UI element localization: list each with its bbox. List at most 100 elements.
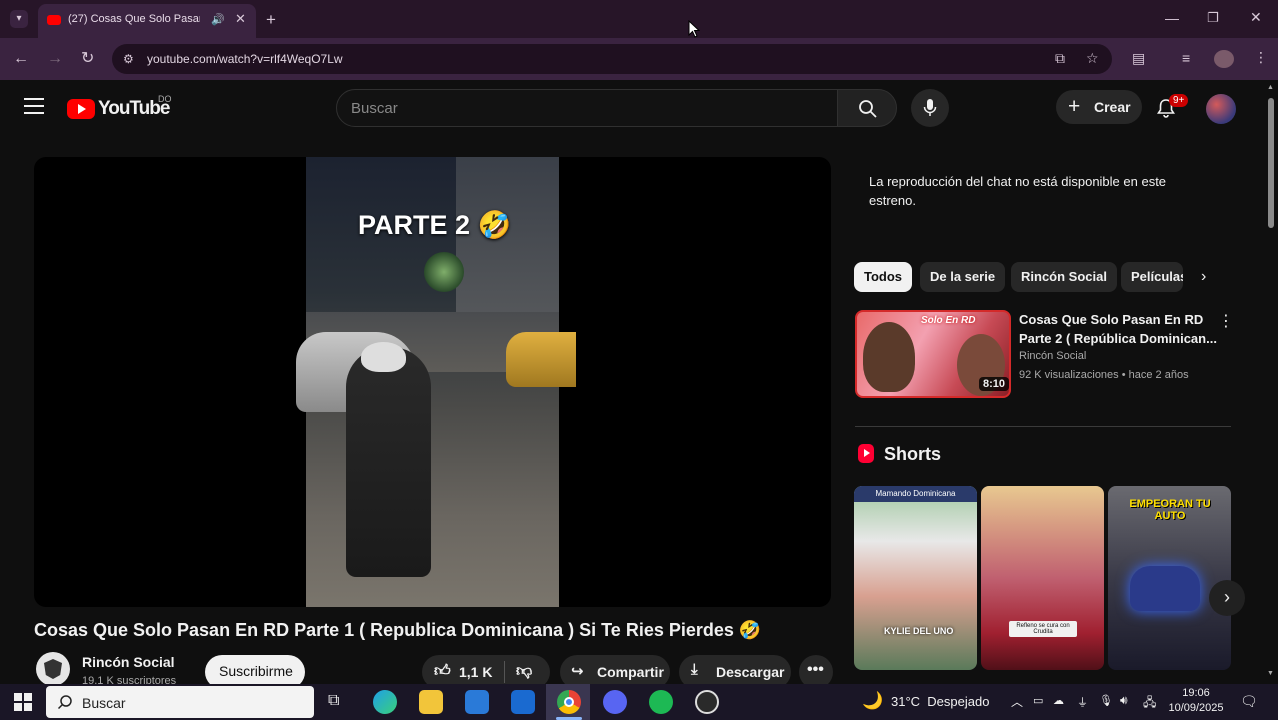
create-button[interactable]: + Crear (1056, 90, 1142, 124)
speaker-icon[interactable]: 🔊 (211, 13, 225, 26)
short-item[interactable]: Refleno se cura con Crudita (981, 486, 1104, 670)
short-top-text: Mamando Dominicana (854, 486, 977, 502)
chrome-icon[interactable] (557, 690, 581, 714)
shorts-next-button[interactable]: › (1209, 580, 1245, 616)
taskbar-search-input[interactable]: Buscar (46, 686, 314, 718)
edge-icon[interactable] (373, 690, 397, 714)
weather-text[interactable]: 31°C Despejado (891, 694, 989, 709)
search-button[interactable] (837, 89, 897, 127)
scroll-down-icon[interactable]: ▼ (1267, 670, 1274, 677)
create-label: Crear (1094, 99, 1131, 115)
country-code: DO (158, 94, 172, 104)
thumb-text: Solo En RD (921, 315, 976, 326)
notifications-badge: 9+ (1169, 94, 1189, 107)
bookmark-star-icon[interactable]: ☆ (1086, 51, 1099, 65)
thumb-face-left (863, 322, 915, 392)
video-frame: PARTE 2 🤣 (296, 157, 576, 607)
network-icon[interactable]: 🖧 (1143, 693, 1156, 714)
short-item[interactable]: Mamando Dominicana KYLIE DEL UNO (854, 486, 977, 670)
tray-chevron-icon[interactable]: ︿ (1011, 693, 1023, 710)
recommended-thumbnail[interactable]: Solo En RD 8:10 (855, 310, 1011, 398)
microphone-icon (923, 99, 937, 116)
reading-mode-icon[interactable]: ▤ (1132, 51, 1145, 65)
hamburger-menu-icon[interactable] (24, 98, 44, 114)
notification-center-icon[interactable]: 🗨︎ (1240, 693, 1258, 710)
voice-search-button[interactable] (911, 89, 949, 127)
user-avatar[interactable] (1206, 94, 1236, 124)
maximize-icon[interactable]: ❐ (1207, 11, 1219, 24)
tree-shape (424, 252, 464, 292)
search-icon (57, 695, 72, 710)
short-item[interactable]: EMPEORAN TU AUTO (1108, 486, 1231, 670)
forward-icon[interactable]: → (47, 51, 63, 67)
recommended-stats: 92 K visualizaciones • hace 2 años (1019, 369, 1189, 381)
youtube-favicon-icon (47, 15, 61, 25)
person-cap-shape (361, 342, 406, 372)
menu-dots-icon[interactable]: ⋮ (1254, 50, 1268, 64)
profile-avatar-icon[interactable] (1214, 50, 1234, 68)
kebab-menu-icon[interactable]: ⋮ (1218, 311, 1234, 331)
new-tab-icon[interactable]: + (266, 11, 276, 28)
tab-search-button[interactable]: ▾ (10, 10, 28, 28)
microphone-tray-icon[interactable]: 🎙︎ (1099, 694, 1113, 707)
scroll-up-icon[interactable]: ▲ (1267, 84, 1274, 91)
address-bar[interactable]: ⚙ youtube.com/watch?v=rlf4WeqO7Lw (112, 44, 1112, 74)
chip-rincon-social[interactable]: Rincón Social (1011, 262, 1117, 292)
chip-peliculas[interactable]: Películas (1121, 262, 1183, 292)
obs-icon[interactable] (695, 690, 719, 714)
search-input[interactable]: Buscar (336, 89, 838, 127)
store-icon[interactable] (465, 690, 489, 714)
page-scrollbar[interactable]: ▲ ▼ (1264, 80, 1278, 684)
notifications-button[interactable]: 9+ (1157, 94, 1189, 123)
outlook-icon[interactable] (511, 690, 535, 714)
recommended-title[interactable]: Cosas Que Solo Pasan En RD Parte 2 ( Rep… (1019, 310, 1217, 348)
install-app-icon[interactable]: ⧉ (1055, 51, 1065, 65)
spotify-icon[interactable] (649, 690, 673, 714)
shield-logo-icon (44, 659, 62, 679)
subscribe-label: Suscribirme (219, 663, 293, 679)
chevron-right-icon[interactable]: › (1201, 268, 1206, 286)
close-window-icon[interactable]: ✕ (1250, 10, 1262, 24)
cloud-icon[interactable]: ☁ (1053, 694, 1064, 707)
taskbar-search-placeholder: Buscar (82, 695, 126, 711)
volume-icon[interactable]: 🔊︎ (1120, 693, 1128, 708)
recommended-title-line1: Cosas Que Solo Pasan En RD (1019, 312, 1204, 327)
url-text: youtube.com/watch?v=rlf4WeqO7Lw (147, 52, 343, 66)
back-icon[interactable]: ← (13, 51, 29, 67)
share-label: Compartir (597, 664, 664, 680)
discord-icon[interactable] (603, 690, 627, 714)
media-control-icon[interactable]: ≡ (1182, 51, 1190, 65)
download-label: Descargar (716, 664, 785, 680)
usb-icon[interactable]: ⏚ (1077, 694, 1088, 710)
channel-name[interactable]: Rincón Social (82, 654, 175, 670)
close-tab-icon[interactable]: ✕ (235, 11, 246, 27)
file-explorer-icon[interactable] (419, 690, 443, 714)
like-count[interactable]: 1,1 K (459, 664, 492, 680)
thumbs-down-icon[interactable]: 👎︎ (516, 662, 532, 681)
clock[interactable]: 19:06 10/09/2025 (1164, 686, 1228, 716)
chat-unavailable-message: La reproducción del chat no está disponi… (869, 174, 1167, 208)
chip-de-la-serie[interactable]: De la serie (920, 262, 1006, 292)
recommended-channel[interactable]: Rincón Social (1019, 350, 1086, 362)
short-caption: KYLIE DEL UNO (884, 626, 954, 636)
scrollbar-thumb[interactable] (1268, 98, 1274, 228)
shorts-logo-icon (858, 444, 874, 463)
mouse-cursor-icon (688, 20, 700, 38)
yellow-car-shape (506, 332, 576, 387)
video-overlay-text: PARTE 2 🤣 (358, 210, 512, 240)
site-info-icon[interactable]: ⚙ (123, 52, 134, 66)
reload-icon[interactable]: ↻ (81, 51, 94, 67)
video-title: Cosas Que Solo Pasan En RD Parte 1 ( Rep… (34, 620, 762, 640)
battery-icon[interactable]: ▭ (1033, 694, 1043, 707)
minimize-icon[interactable]: — (1165, 11, 1179, 25)
channel-avatar[interactable] (36, 652, 70, 686)
chip-todos[interactable]: Todos (854, 262, 913, 292)
thumbs-up-icon[interactable]: 👍︎ (434, 662, 451, 681)
section-divider (855, 426, 1231, 427)
active-tab[interactable]: (27) Cosas Que Solo Pasan E 🔊 ✕ (38, 4, 256, 38)
video-player[interactable]: PARTE 2 🤣 (34, 157, 831, 607)
like-divider (504, 661, 505, 683)
share-icon: ↪ (571, 663, 584, 680)
windows-start-icon[interactable] (14, 693, 32, 711)
task-view-icon[interactable]: ⧉ (328, 692, 339, 710)
